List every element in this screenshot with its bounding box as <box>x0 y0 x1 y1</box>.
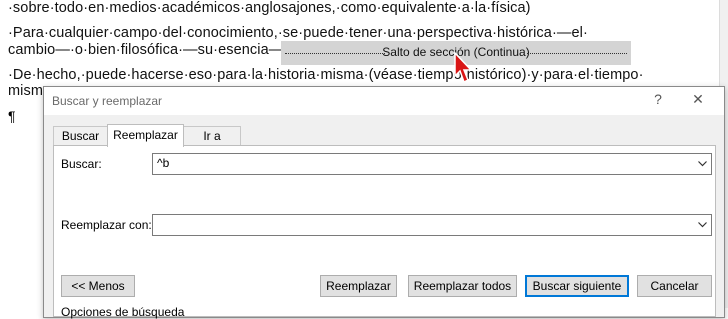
tab-reemplazar-text: Reemplazar <box>113 128 178 142</box>
paragraph-mark: ¶ <box>8 108 16 124</box>
replace-dropdown-button[interactable] <box>693 215 711 235</box>
tab-ir-a-text: Ir a <box>203 129 221 143</box>
tab-reemplazar[interactable]: Reemplazar <box>107 124 184 147</box>
find-label: Buscar: <box>61 157 102 171</box>
mouse-pointer-icon <box>454 52 473 84</box>
document-line-3: cambio—·o·bien·filosófica·—su·esencia—. <box>8 42 288 58</box>
tab-buscar-label: Buscar <box>62 129 99 143</box>
document-line-5: mism <box>8 83 44 99</box>
search-options-label: Opciones de búsqueda <box>61 305 185 319</box>
replace-all-button[interactable]: Reemplazar todos <box>408 275 517 297</box>
tab-buscar[interactable]: Buscar <box>53 126 108 146</box>
less-options-button[interactable]: << Menos <box>61 275 135 297</box>
close-button[interactable]: ✕ <box>684 91 712 111</box>
document-line-4: ·De·hecho,·puede·hacerse·eso·para·la·his… <box>8 67 644 83</box>
find-input-value: ^b <box>157 156 170 170</box>
replace-button[interactable]: Reemplazar <box>320 275 397 297</box>
chevron-down-icon <box>698 161 707 167</box>
chevron-down-icon <box>698 222 707 228</box>
document-line-1: ·sobre·todo·en·medios·académicos·anglosa… <box>8 0 531 16</box>
tab-ir-a[interactable]: Ir a <box>183 126 241 146</box>
find-input[interactable]: ^b <box>152 153 712 175</box>
replace-input[interactable] <box>152 214 712 236</box>
find-replace-dialog: Buscar y reemplazar ? ✕ Buscar Reemplaza… <box>43 86 725 319</box>
find-next-button[interactable]: Buscar siguiente <box>525 275 629 297</box>
replace-panel: Buscar: ^b Reemplazar con: << Menos Reem… <box>53 145 716 319</box>
section-break-dots-right <box>527 53 627 54</box>
dialog-title: Buscar y reemplazar <box>52 94 163 108</box>
cancel-button[interactable]: Cancelar <box>637 275 712 297</box>
help-button[interactable]: ? <box>644 91 672 111</box>
dialog-titlebar[interactable]: Buscar y reemplazar ? ✕ <box>44 87 724 115</box>
replace-label: Reemplazar con: <box>61 218 152 232</box>
tab-buscar-text: Buscar <box>61 129 100 143</box>
document-line-2: ·Para·cualquier·campo·del·conocimiento,·… <box>8 25 588 41</box>
find-dropdown-button[interactable] <box>693 154 711 174</box>
